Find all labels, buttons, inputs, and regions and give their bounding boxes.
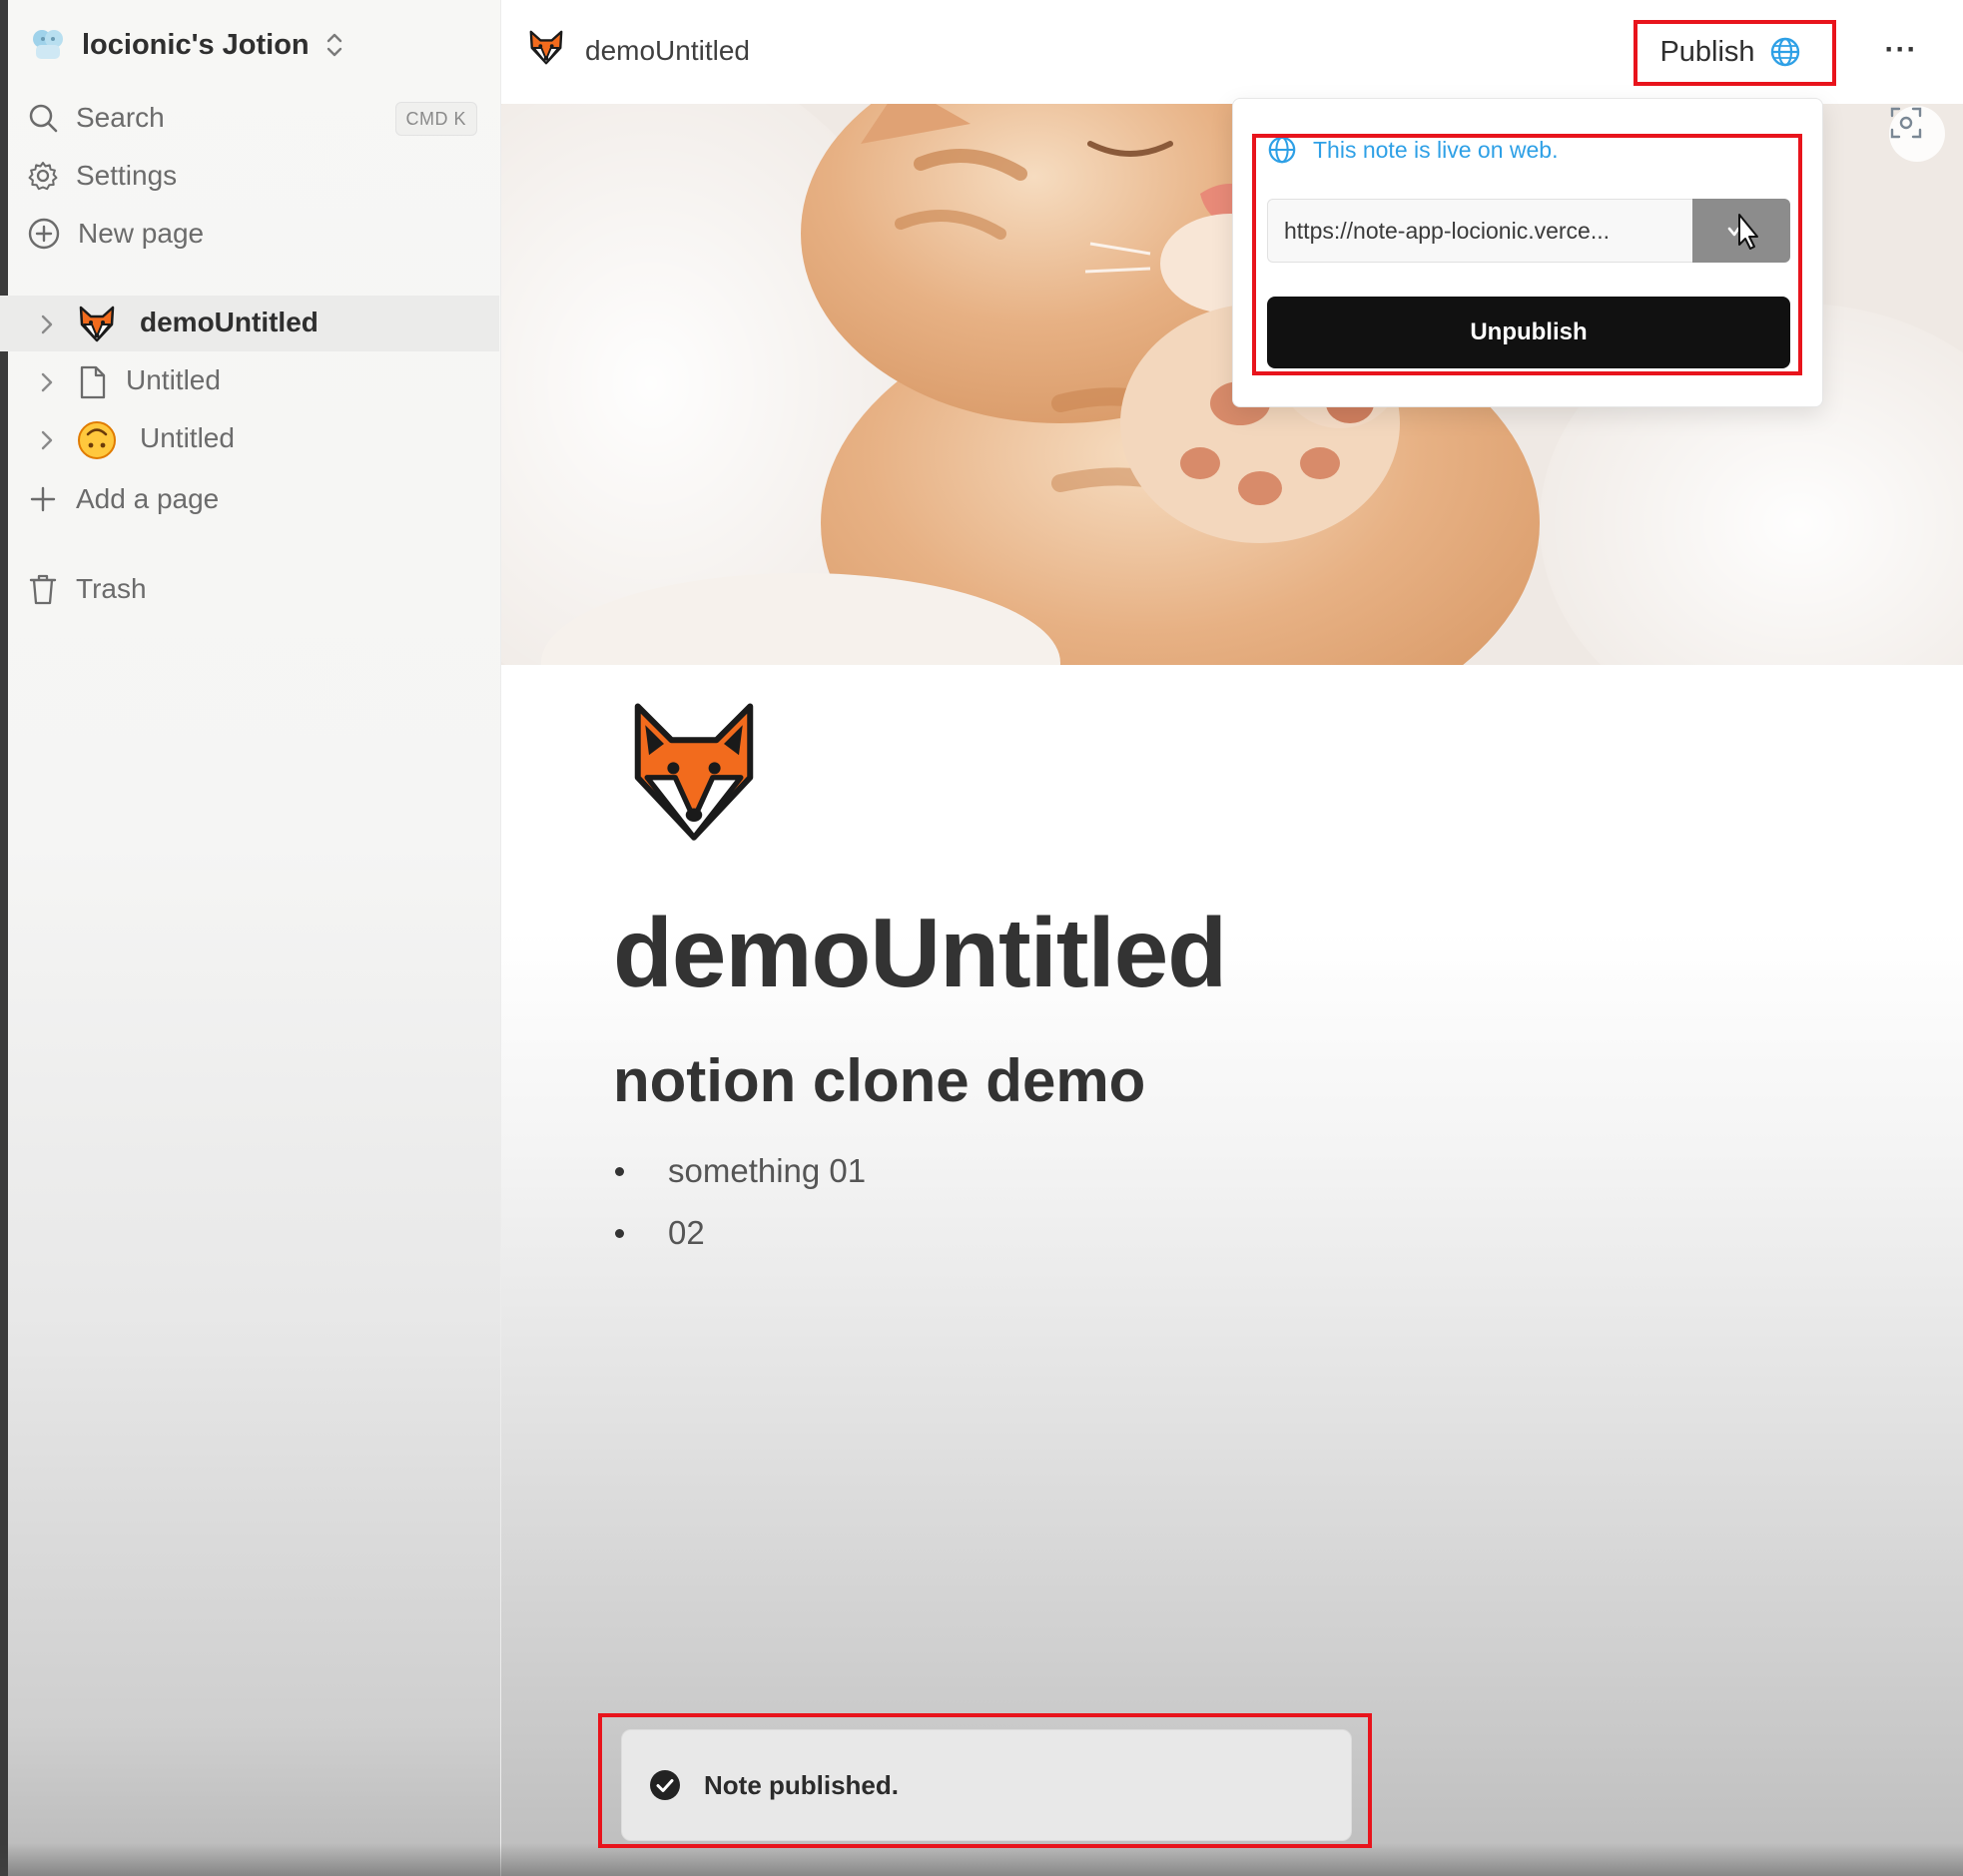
window-edge [0, 0, 8, 1876]
sidebar-page-label: Untitled [140, 422, 235, 453]
fox-emoji-icon [527, 29, 565, 74]
chevrons-up-down-icon [324, 30, 345, 60]
sidebar-trash-label: Trash [76, 573, 147, 604]
breadcrumb[interactable]: demoUntitled [527, 28, 750, 74]
list-item-text: 02 [668, 1214, 705, 1251]
publish-popover: This note is live on web. https://note-a… [1232, 98, 1823, 407]
workspace-logo-icon [28, 25, 68, 65]
page-icon-fox[interactable] [619, 699, 769, 849]
heading-block[interactable]: notion clone demo [613, 1046, 1145, 1115]
sidebar-trash[interactable]: Trash [28, 563, 477, 615]
published-url-field[interactable]: https://note-app-locionic.verce... [1267, 199, 1692, 263]
sidebar-page-label: demoUntitled [140, 307, 319, 337]
workspace-switcher[interactable]: locionic's Jotion [28, 20, 367, 70]
check-circle-icon [650, 1770, 680, 1800]
search-shortcut-badge: CMD K [394, 102, 477, 136]
globe-icon [1268, 136, 1296, 164]
live-status-text: This note is live on web. [1313, 136, 1559, 163]
sidebar-add-page-label: Add a page [76, 483, 220, 514]
globe-icon [1770, 37, 1799, 67]
camera-focus-icon [1890, 107, 1922, 139]
breadcrumb-page-title: demoUntitled [585, 35, 750, 66]
app-window: locionic's Jotion Search CMD K Settings … [0, 0, 1963, 1876]
more-options-button[interactable]: ··· [1879, 28, 1923, 72]
sidebar-settings-label: Settings [76, 160, 178, 191]
sidebar-settings[interactable]: Settings [28, 150, 477, 202]
sidebar-search[interactable]: Search CMD K [28, 92, 477, 144]
copy-url-button[interactable] [1692, 199, 1790, 263]
publish-label: Publish [1659, 35, 1755, 68]
page-title[interactable]: demoUntitled [613, 897, 1227, 1009]
sidebar-page-untitled-2[interactable]: Untitled [0, 411, 499, 467]
gear-icon [28, 162, 58, 191]
sidebar-page-untitled-1[interactable]: Untitled [0, 353, 499, 409]
toast-message: Note published. [704, 1769, 899, 1800]
toast-notification: Note published. [621, 1729, 1352, 1841]
plus-icon [30, 486, 56, 512]
chevron-right-icon[interactable] [40, 371, 54, 393]
bullet-dot [615, 1166, 624, 1176]
sidebar-page-label: Untitled [126, 364, 221, 395]
bullet-dot [615, 1228, 624, 1238]
sidebar: locionic's Jotion Search CMD K Settings … [0, 0, 501, 1876]
chevron-right-icon[interactable] [40, 429, 54, 451]
change-cover-button[interactable] [1889, 106, 1945, 162]
list-item[interactable]: something 01 [615, 1148, 866, 1194]
sidebar-page-demountitled[interactable]: demoUntitled [0, 296, 499, 351]
trash-icon [29, 574, 57, 605]
search-icon [29, 104, 58, 133]
bottom-shadow [0, 1843, 1963, 1876]
mouse-cursor-icon [1727, 214, 1758, 250]
chevron-right-icon[interactable] [40, 313, 54, 335]
list-item-text: something 01 [668, 1152, 867, 1189]
document-icon [72, 362, 114, 402]
publish-button[interactable]: Publish [1636, 22, 1825, 82]
fox-emoji-icon [76, 305, 118, 344]
top-bar: demoUntitled Publish ··· [501, 0, 1963, 104]
sidebar-search-label: Search [76, 102, 165, 133]
workspace-name: locionic's Jotion [82, 28, 310, 61]
fox-emoji-icon [634, 703, 754, 841]
sidebar-new-page-label: New page [78, 218, 205, 249]
sidebar-new-page[interactable]: New page [28, 208, 477, 260]
sidebar-add-page[interactable]: Add a page [28, 473, 477, 525]
unpublish-button[interactable]: Unpublish [1267, 297, 1790, 368]
list-item[interactable]: 02 [615, 1210, 705, 1256]
plus-circle-icon [28, 218, 60, 250]
upside-down-face-emoji-icon [76, 420, 118, 460]
live-status: This note is live on web. [1267, 135, 1558, 165]
